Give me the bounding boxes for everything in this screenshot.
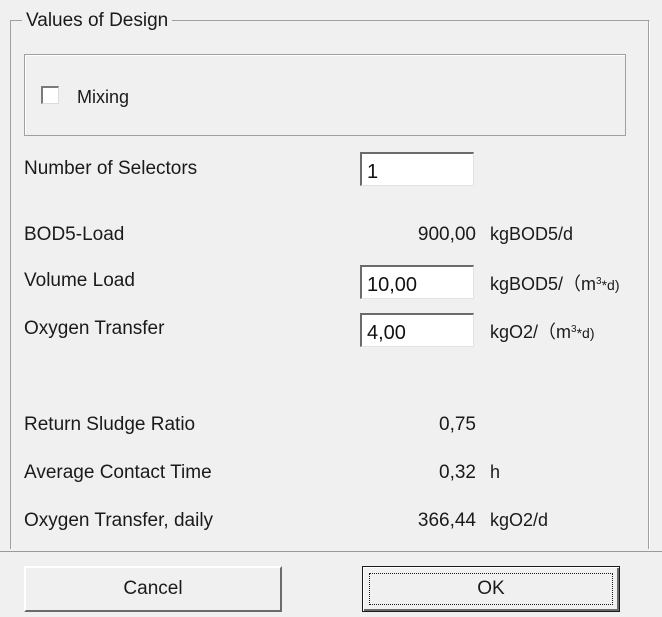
oxygen-daily-label: Oxygen Transfer, daily: [24, 510, 214, 531]
bod5-load-value: 900,00: [417, 224, 476, 245]
selectors-label: Number of Selectors: [24, 158, 198, 179]
group-title: Values of Design: [22, 10, 173, 32]
design-values-dialog: Values of Design Mixing Number of Select…: [0, 0, 662, 617]
return-sludge-label: Return Sludge Ratio: [24, 414, 196, 435]
mixing-checkbox[interactable]: [41, 86, 59, 104]
mixing-panel: Mixing: [24, 54, 626, 136]
ok-button-label: OK: [369, 573, 613, 605]
oxygen-daily-value: 366,44: [417, 510, 476, 531]
bod5-load-unit: kgBOD5/d: [490, 224, 574, 244]
selectors-input[interactable]: [360, 152, 474, 186]
oxygen-transfer-unit: kgO2/（m3*d): [490, 322, 595, 342]
mixing-label[interactable]: Mixing: [77, 87, 129, 108]
button-separator: [0, 551, 662, 552]
ok-button[interactable]: OK: [362, 566, 620, 612]
bod5-load-label: BOD5-Load: [24, 224, 125, 245]
oxygen-transfer-label: Oxygen Transfer: [24, 318, 165, 339]
volume-load-label: Volume Load: [24, 270, 135, 291]
contact-time-value: 0,32: [439, 462, 476, 483]
oxygen-daily-unit: kgO2/d: [490, 510, 549, 530]
cancel-button[interactable]: Cancel: [24, 566, 282, 612]
contact-time-unit: h: [490, 462, 501, 482]
oxygen-transfer-input[interactable]: [360, 313, 474, 347]
volume-load-input[interactable]: [360, 265, 474, 299]
contact-time-label: Average Contact Time: [24, 462, 212, 483]
volume-load-unit: kgBOD5/（m3*d): [490, 274, 620, 294]
return-sludge-value: 0,75: [439, 414, 476, 435]
